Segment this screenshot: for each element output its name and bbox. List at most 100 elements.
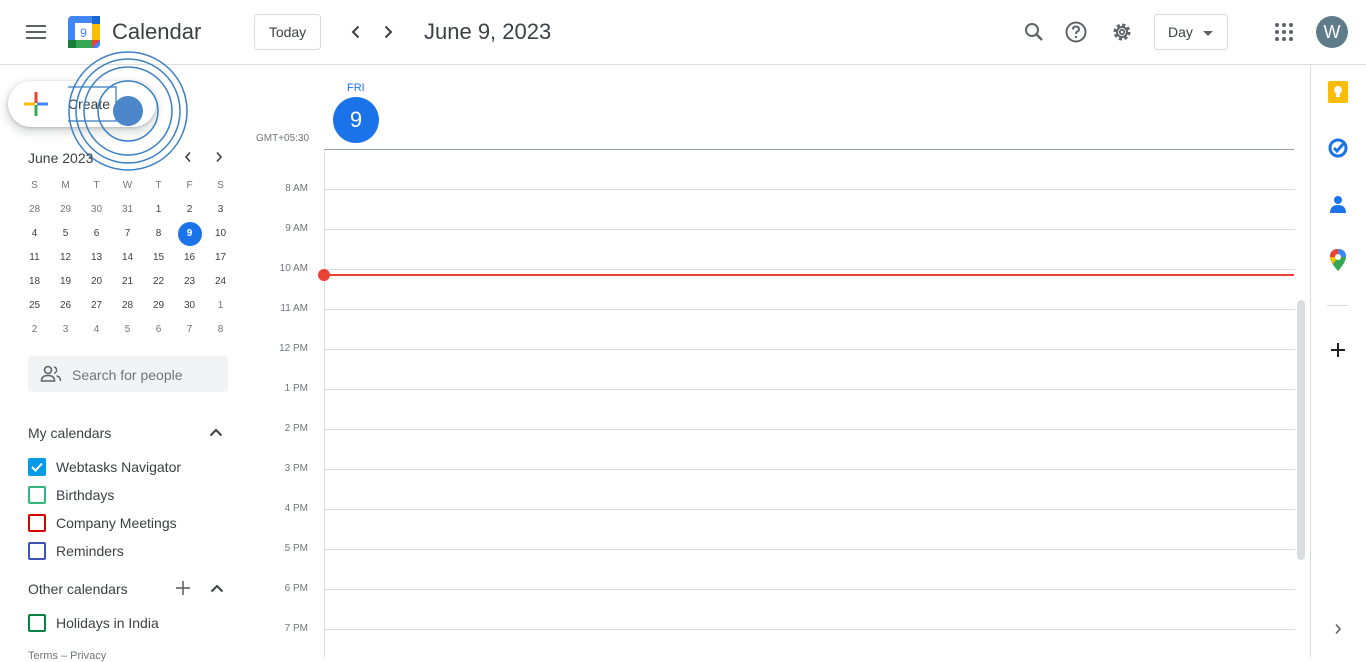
calendar-logo-icon[interactable]: 9 xyxy=(68,16,100,48)
hour-line xyxy=(325,229,1295,230)
next-day-button[interactable] xyxy=(368,12,408,52)
logo-day-text: 9 xyxy=(80,26,87,40)
mini-calendar-day-label: 29 xyxy=(152,300,165,311)
mini-calendar-day[interactable]: 3 xyxy=(50,318,81,342)
google-apps-button[interactable] xyxy=(1264,12,1304,52)
mini-calendar-day[interactable]: 7 xyxy=(112,222,143,246)
today-button[interactable]: Today xyxy=(254,14,321,50)
mini-calendar-day[interactable]: 24 xyxy=(205,270,236,294)
mini-calendar-day[interactable]: 4 xyxy=(81,318,112,342)
mini-calendar-day[interactable]: 30 xyxy=(81,198,112,222)
mini-calendar-day[interactable]: 3 xyxy=(205,198,236,222)
mini-calendar-day[interactable]: 13 xyxy=(81,246,112,270)
calendar-checkbox[interactable] xyxy=(28,542,46,560)
calendar-checkbox[interactable] xyxy=(28,458,46,476)
mini-calendar-day-label: 15 xyxy=(152,252,165,263)
mini-calendar-day[interactable]: 29 xyxy=(143,294,174,318)
mini-calendar-day[interactable]: 11 xyxy=(19,246,50,270)
keep-button[interactable] xyxy=(1318,72,1358,112)
calendar-checkbox[interactable] xyxy=(28,614,46,632)
mini-calendar-day[interactable]: 19 xyxy=(50,270,81,294)
show-side-panel-button[interactable] xyxy=(1318,609,1358,649)
mini-calendar-day[interactable]: 9 xyxy=(174,222,205,246)
mini-calendar-day[interactable]: 1 xyxy=(143,198,174,222)
mini-calendar-day[interactable]: 27 xyxy=(81,294,112,318)
mini-calendar-day[interactable]: 17 xyxy=(205,246,236,270)
tasks-button[interactable] xyxy=(1318,128,1358,168)
search-button[interactable] xyxy=(1014,12,1054,52)
mini-calendar-day[interactable]: 8 xyxy=(205,318,236,342)
mini-calendar-day[interactable]: 15 xyxy=(143,246,174,270)
contacts-button[interactable] xyxy=(1318,184,1358,224)
day-grid[interactable] xyxy=(324,149,1295,657)
chevron-up-icon xyxy=(210,584,224,592)
mini-calendar-day[interactable]: 18 xyxy=(19,270,50,294)
mini-calendar-day[interactable]: 21 xyxy=(112,270,143,294)
people-search-placeholder: Search for people xyxy=(72,367,183,383)
mini-calendar-day-label: 28 xyxy=(121,300,134,311)
hour-label: 7 AM xyxy=(248,149,308,153)
mini-calendar-day-label: 30 xyxy=(183,300,196,311)
mini-calendar-day-label: 3 xyxy=(217,204,224,215)
calendar-checkbox[interactable] xyxy=(28,514,46,532)
mini-calendar-day[interactable]: 22 xyxy=(143,270,174,294)
other-calendars-collapse-button[interactable] xyxy=(203,574,231,602)
mini-calendar-day[interactable]: 28 xyxy=(112,294,143,318)
hour-label: 9 AM xyxy=(285,223,308,234)
settings-button[interactable] xyxy=(1102,12,1142,52)
weekday-label: S xyxy=(31,180,38,191)
add-other-calendar-button[interactable] xyxy=(169,574,197,602)
maps-button[interactable] xyxy=(1318,240,1358,280)
hour-label: 7 PM xyxy=(284,623,308,634)
mini-calendar-day[interactable]: 2 xyxy=(19,318,50,342)
main-menu-button[interactable] xyxy=(16,12,56,52)
mini-calendar-day[interactable]: 30 xyxy=(174,294,205,318)
day-number[interactable]: 9 xyxy=(333,97,379,143)
my-calendars-collapse-button[interactable] xyxy=(202,418,230,446)
calendar-list-item[interactable]: Company Meetings xyxy=(28,513,177,533)
mini-calendar-day[interactable]: 7 xyxy=(174,318,205,342)
account-avatar[interactable]: W xyxy=(1316,16,1348,48)
mini-calendar-day[interactable]: 28 xyxy=(19,198,50,222)
mini-calendar-day[interactable]: 5 xyxy=(50,222,81,246)
mini-calendar-day[interactable]: 8 xyxy=(143,222,174,246)
mini-calendar-day[interactable]: 14 xyxy=(112,246,143,270)
mini-calendar-day[interactable]: 16 xyxy=(174,246,205,270)
mini-calendar-day-label: 20 xyxy=(90,276,103,287)
mini-calendar-day[interactable]: 5 xyxy=(112,318,143,342)
mini-calendar-day[interactable]: 23 xyxy=(174,270,205,294)
mini-calendar-day[interactable]: 25 xyxy=(19,294,50,318)
help-button[interactable] xyxy=(1056,12,1096,52)
create-button[interactable]: Create xyxy=(8,81,156,127)
day-view-scrollbar[interactable] xyxy=(1297,300,1305,560)
calendar-list-item[interactable]: Reminders xyxy=(28,541,124,561)
mini-calendar-day[interactable]: 26 xyxy=(50,294,81,318)
my-calendars-title[interactable]: My calendars xyxy=(28,425,111,441)
mini-calendar-day[interactable]: 6 xyxy=(143,318,174,342)
mini-calendar-day[interactable]: 2 xyxy=(174,198,205,222)
mini-calendar-day[interactable]: 6 xyxy=(81,222,112,246)
mini-calendar-day[interactable]: 29 xyxy=(50,198,81,222)
mini-calendar-day[interactable]: 20 xyxy=(81,270,112,294)
mini-calendar-day[interactable]: 31 xyxy=(112,198,143,222)
calendar-list-item[interactable]: Webtasks Navigator xyxy=(28,457,181,477)
footer-links[interactable]: Terms – Privacy xyxy=(28,650,106,662)
hour-label: 6 PM xyxy=(284,583,308,594)
day-of-week: FRI xyxy=(347,82,365,94)
mini-calendar-day[interactable]: 10 xyxy=(205,222,236,246)
rail-divider xyxy=(1327,305,1349,306)
calendar-list-item[interactable]: Holidays in India xyxy=(28,613,159,633)
mini-calendar-day[interactable]: 4 xyxy=(19,222,50,246)
people-search-input[interactable]: Search for people xyxy=(28,356,228,392)
mini-calendar-prev-button[interactable] xyxy=(174,143,202,171)
calendar-label: Holidays in India xyxy=(56,615,159,631)
mini-calendar-next-button[interactable] xyxy=(205,143,233,171)
calendar-checkbox[interactable] xyxy=(28,486,46,504)
other-calendars-title[interactable]: Other calendars xyxy=(28,581,128,597)
dropdown-arrow-icon xyxy=(1203,31,1213,36)
mini-calendar-day[interactable]: 1 xyxy=(205,294,236,318)
view-switcher[interactable]: Day xyxy=(1154,14,1228,50)
get-addons-button[interactable] xyxy=(1318,330,1358,370)
mini-calendar-day[interactable]: 12 xyxy=(50,246,81,270)
calendar-list-item[interactable]: Birthdays xyxy=(28,485,114,505)
